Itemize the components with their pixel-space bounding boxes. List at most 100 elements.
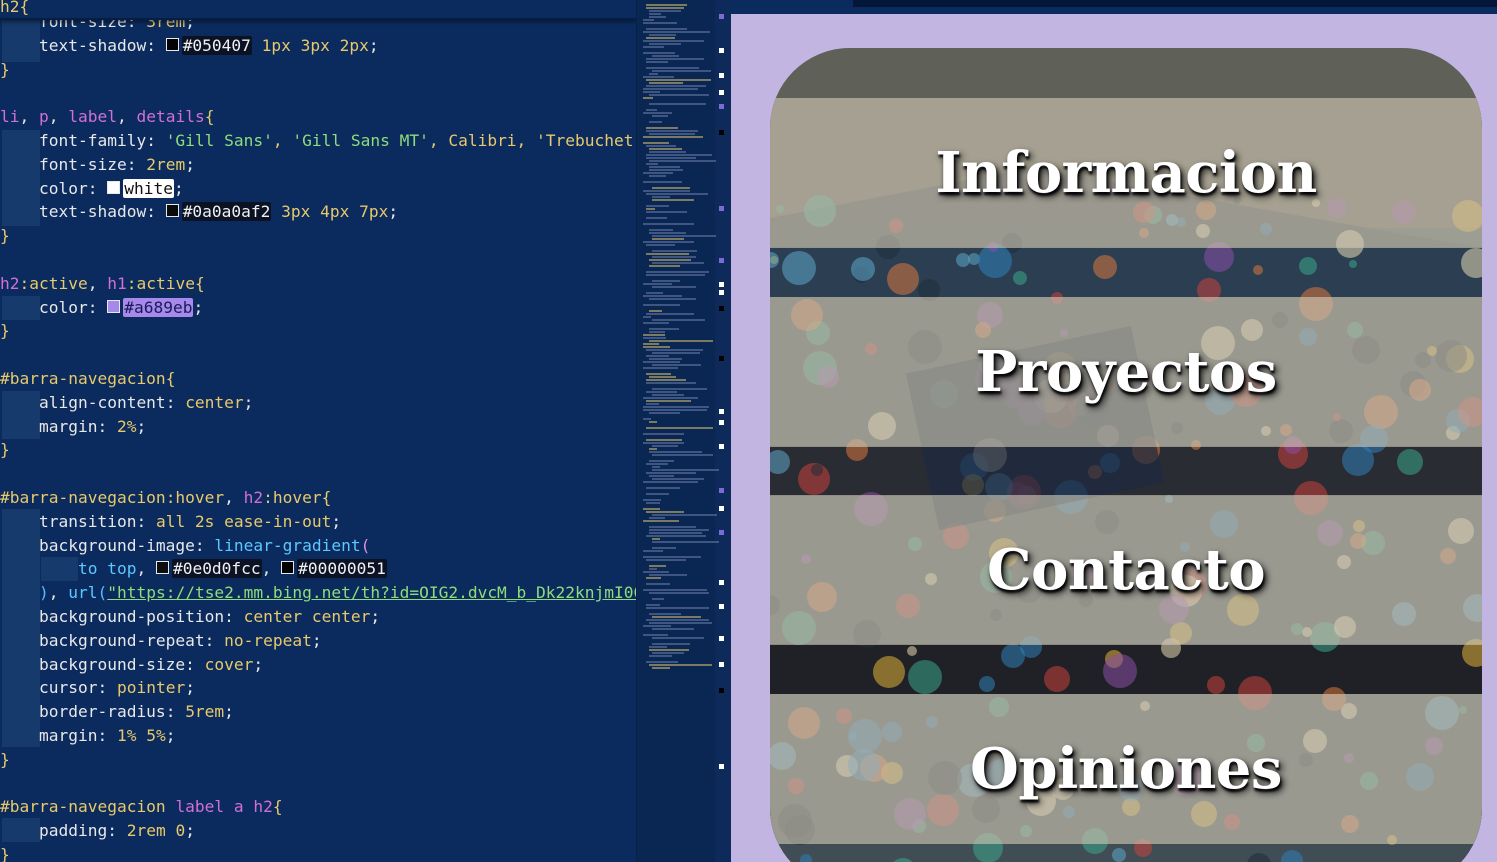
barra-navegacion[interactable]: Informacion Proyectos Contacto Opiniones [770, 48, 1482, 862]
minimap-line [649, 421, 657, 423]
minimap-line [652, 70, 711, 72]
minimap-line [643, 322, 669, 324]
code-line: background-size: cover; [38, 654, 264, 674]
minimap-line [646, 463, 668, 465]
minimap-line [646, 208, 655, 210]
minimap-line [649, 133, 695, 135]
minimap-line [652, 319, 705, 321]
code-line: color: white; [38, 178, 184, 198]
minimap-line [643, 190, 690, 192]
code-line: li, p, label, details{ [0, 107, 215, 127]
minimap-line [643, 295, 682, 297]
minimap-line [649, 259, 691, 261]
minimap-line [646, 244, 675, 246]
minimap-line [652, 616, 701, 618]
minimap-line [646, 535, 706, 537]
minimap-line [649, 565, 666, 567]
minimap-color-marker [719, 662, 724, 667]
collage-dot [887, 263, 919, 295]
minimap-line [646, 253, 689, 255]
minimap-line [649, 10, 681, 12]
minimap-line [643, 88, 698, 90]
preview-topbar [731, 0, 1497, 14]
minimap-line [646, 379, 686, 381]
minimap-line [643, 571, 669, 573]
code-line: background-repeat: no-repeat; [38, 630, 322, 650]
minimap-line [649, 526, 696, 528]
minimap-line [643, 397, 698, 399]
minimap-line [652, 628, 694, 630]
nav-label[interactable]: Contacto [987, 537, 1266, 603]
code-line: border-radius: 5rem; [38, 702, 234, 722]
minimap-line [646, 400, 691, 402]
minimap-line [646, 67, 699, 69]
nav-item-informacion[interactable]: Informacion [770, 98, 1482, 248]
minimap-line [652, 364, 701, 366]
nav-label[interactable]: Opiniones [970, 736, 1282, 802]
preview-tab [853, 0, 1497, 7]
minimap-line [646, 274, 705, 276]
minimap-line [646, 4, 687, 6]
minimap-color-marker [719, 306, 724, 311]
minimap-line [649, 310, 662, 312]
minimap-line [649, 451, 702, 453]
minimap-color-marker [719, 488, 724, 493]
minimap-line [649, 43, 681, 45]
minimap-line [643, 91, 660, 93]
minimap-line [643, 19, 654, 21]
minimap-line [652, 445, 678, 447]
minimap-color-marker [719, 604, 724, 609]
minimap-line [643, 556, 701, 558]
minimap-line [646, 583, 670, 585]
minimap-line [646, 472, 696, 474]
minimap-line [643, 97, 653, 99]
minimap-color-marker [719, 409, 724, 414]
nav-item-opiniones[interactable]: Opiniones [770, 694, 1482, 844]
minimap-color-marker [719, 688, 724, 693]
minimap-line [652, 262, 704, 264]
minimap-color-marker [719, 73, 724, 78]
minimap-line [652, 478, 704, 480]
minimap-line [643, 409, 707, 411]
minimap-line [646, 145, 676, 147]
minimap-line [649, 664, 712, 666]
minimap[interactable] [636, 0, 731, 862]
minimap-line [646, 511, 684, 513]
minimap-line [643, 316, 651, 318]
nav-label[interactable]: Proyectos [975, 339, 1277, 405]
minimap-line [643, 337, 666, 339]
minimap-line [649, 358, 682, 360]
minimap-color-marker [719, 282, 724, 287]
collage-dot [1207, 676, 1225, 694]
code-editor[interactable]: h2{ font-size: 3rem; text-shadow: #05040… [0, 0, 636, 862]
minimap-line [649, 649, 689, 651]
code-line: h2{ [0, 0, 30, 16]
minimap-line [643, 520, 679, 522]
nav-label[interactable]: Informacion [935, 140, 1317, 206]
nav-item-proyectos[interactable]: Proyectos [770, 297, 1482, 447]
minimap-line [652, 454, 713, 456]
collage-dot [1093, 255, 1117, 279]
code-line: to top, #0e0d0fcc, #00000051 [77, 559, 387, 579]
nav-item-contacto[interactable]: Contacto [770, 495, 1482, 645]
minimap-line [649, 622, 712, 624]
collage-dot [1013, 271, 1027, 285]
browser-preview[interactable]: Informacion Proyectos Contacto Opiniones [731, 0, 1497, 862]
minimap-line [643, 22, 677, 24]
minimap-line [646, 502, 660, 504]
minimap-line [649, 532, 702, 534]
minimap-line [652, 55, 679, 57]
minimap-line [649, 331, 665, 333]
minimap-line [649, 265, 680, 267]
minimap-line [646, 487, 680, 489]
sticky-scroll-header[interactable]: h2{ [0, 0, 636, 20]
minimap-line [643, 40, 704, 42]
minimap-color-marker [719, 290, 724, 295]
minimap-line [646, 559, 686, 561]
minimap-line [646, 355, 669, 357]
minimap-line [652, 286, 696, 288]
minimap-line [652, 394, 684, 396]
minimap-line [646, 37, 675, 39]
minimap-line [649, 340, 713, 342]
minimap-line [649, 13, 661, 15]
